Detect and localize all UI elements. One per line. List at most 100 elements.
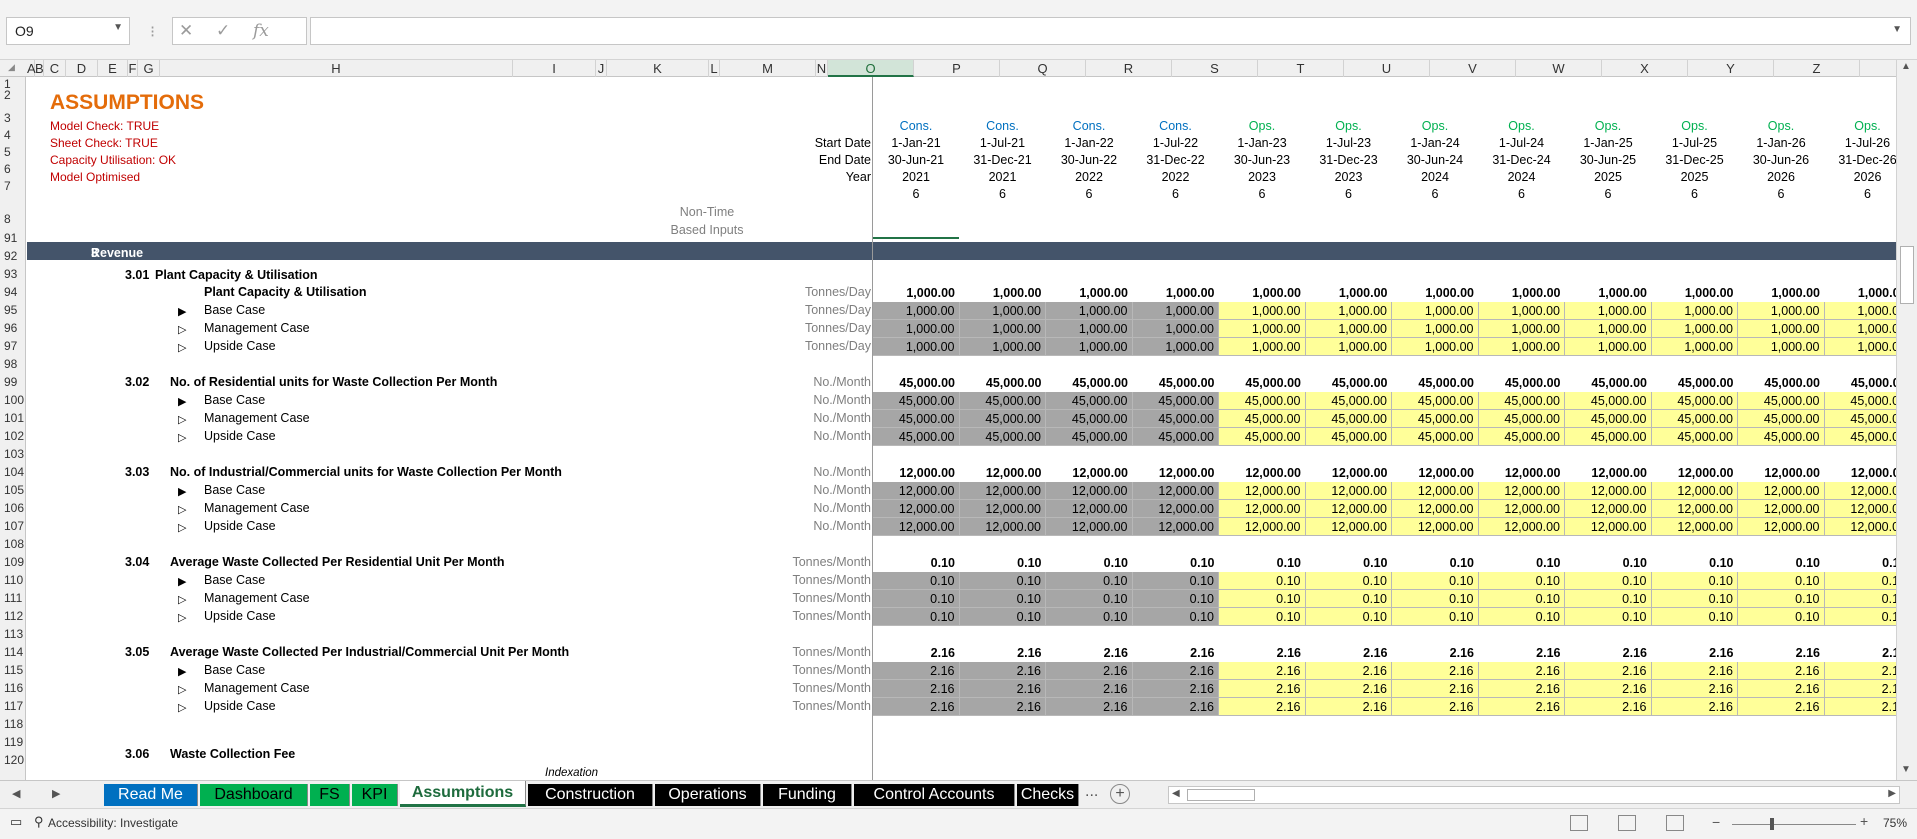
sheet-tab-read-me[interactable]: Read Me xyxy=(104,784,198,806)
input-cell[interactable]: 0.10 xyxy=(1651,608,1738,626)
input-cell[interactable]: 2.16 xyxy=(1565,698,1652,716)
input-cell[interactable]: 0.10 xyxy=(1824,590,1896,608)
row-header-108[interactable]: 108 xyxy=(0,537,25,551)
input-cell[interactable]: 1,000.00 xyxy=(873,320,960,338)
row-header-96[interactable]: 96 xyxy=(0,321,25,335)
input-cell[interactable]: 2.16 xyxy=(1219,662,1306,680)
input-cell[interactable]: 0.10 xyxy=(1565,608,1652,626)
input-cell[interactable]: 45,000.00 xyxy=(1565,428,1652,446)
scroll-up-icon[interactable]: ▲ xyxy=(1901,61,1911,72)
column-header-u[interactable]: U xyxy=(1344,60,1430,77)
input-cell[interactable]: 0.10 xyxy=(1392,590,1479,608)
input-cell[interactable]: 0.10 xyxy=(1132,572,1219,590)
cancel-icon[interactable]: ✕ xyxy=(179,21,193,41)
row-header-106[interactable]: 106 xyxy=(0,501,25,515)
column-header-r[interactable]: R xyxy=(1086,60,1172,77)
input-cell[interactable]: 12,000.00 xyxy=(1565,482,1652,500)
input-cell[interactable]: 12,000.00 xyxy=(1651,482,1738,500)
input-cell[interactable]: 45,000.00 xyxy=(1392,410,1479,428)
scroll-left-icon[interactable]: ◀ xyxy=(1172,788,1180,799)
input-cell[interactable]: 1,000.00 xyxy=(1824,302,1896,320)
column-header-m[interactable]: M xyxy=(720,60,816,77)
name-box[interactable]: O9 ▼ xyxy=(6,17,130,45)
chevron-down-icon[interactable]: ▼ xyxy=(113,22,123,33)
input-cell[interactable]: 0.10 xyxy=(1219,590,1306,608)
input-cell[interactable]: 2.16 xyxy=(1046,662,1133,680)
column-header-w[interactable]: W xyxy=(1516,60,1602,77)
input-cell[interactable]: 45,000.00 xyxy=(1738,410,1825,428)
add-sheet-icon[interactable]: + xyxy=(1110,784,1130,804)
row-header-118[interactable]: 118 xyxy=(0,717,25,731)
column-header-y[interactable]: Y xyxy=(1688,60,1774,77)
row-header-107[interactable]: 107 xyxy=(0,519,25,533)
input-cell[interactable]: 2.16 xyxy=(1046,680,1133,698)
input-cell[interactable]: 0.10 xyxy=(1305,572,1392,590)
column-header-k[interactable]: K xyxy=(607,60,709,77)
column-header-p[interactable]: P xyxy=(914,60,1000,77)
input-cell[interactable]: 45,000.00 xyxy=(1824,428,1896,446)
column-header-b[interactable]: B xyxy=(35,60,44,77)
input-cell[interactable]: 2.16 xyxy=(873,698,960,716)
input-cell[interactable]: 1,000.00 xyxy=(1046,338,1133,356)
selected-cell-o9[interactable] xyxy=(873,237,959,240)
input-cell[interactable]: 1,000.00 xyxy=(1478,302,1565,320)
input-cell[interactable]: 2.16 xyxy=(1132,680,1219,698)
case-icon[interactable]: ▷ xyxy=(178,413,186,426)
row-header-103[interactable]: 103 xyxy=(0,447,25,461)
input-cell[interactable]: 0.10 xyxy=(1392,572,1479,590)
column-header-q[interactable]: Q xyxy=(1000,60,1086,77)
input-cell[interactable]: 2.16 xyxy=(1651,680,1738,698)
input-cell[interactable]: 1,000.00 xyxy=(1651,302,1738,320)
row-header-95[interactable]: 95 xyxy=(0,303,25,317)
input-cell[interactable]: 12,000.00 xyxy=(1392,500,1479,518)
horizontal-scrollbar[interactable]: ◀ ▶ xyxy=(1168,786,1900,804)
selected-case-icon[interactable]: ▶ xyxy=(178,305,186,318)
input-cell[interactable]: 2.16 xyxy=(1478,680,1565,698)
row-header-109[interactable]: 109 xyxy=(0,555,25,569)
input-cell[interactable]: 45,000.00 xyxy=(1219,428,1306,446)
input-cell[interactable]: 45,000.00 xyxy=(1392,428,1479,446)
input-cell[interactable]: 1,000.00 xyxy=(1824,320,1896,338)
input-cell[interactable]: 12,000.00 xyxy=(1305,518,1392,536)
input-cell[interactable]: 12,000.00 xyxy=(1305,482,1392,500)
input-cell[interactable]: 12,000.00 xyxy=(873,482,960,500)
input-cell[interactable]: 2.16 xyxy=(1565,662,1652,680)
input-cell[interactable]: 45,000.00 xyxy=(873,392,960,410)
column-header-j[interactable]: J xyxy=(596,60,607,77)
input-cell[interactable]: 12,000.00 xyxy=(1046,482,1133,500)
input-cell[interactable]: 45,000.00 xyxy=(1478,428,1565,446)
case-icon[interactable]: ▷ xyxy=(178,611,186,624)
input-cell[interactable]: 0.10 xyxy=(1824,572,1896,590)
row-header-92[interactable]: 92 xyxy=(0,249,25,263)
prev-sheet-icon[interactable]: ◀ xyxy=(12,787,20,800)
row-header-4[interactable]: 4 xyxy=(0,128,25,142)
input-cell[interactable]: 0.10 xyxy=(1478,572,1565,590)
input-cell[interactable]: 2.16 xyxy=(1132,662,1219,680)
input-cell[interactable]: 45,000.00 xyxy=(1651,392,1738,410)
input-cell[interactable]: 45,000.00 xyxy=(1651,410,1738,428)
input-cell[interactable]: 12,000.00 xyxy=(1219,500,1306,518)
input-cell[interactable]: 0.10 xyxy=(959,608,1046,626)
case-icon[interactable]: ▷ xyxy=(178,323,186,336)
sheet-tab-fs[interactable]: FS xyxy=(310,784,350,806)
input-cell[interactable]: 0.10 xyxy=(1305,590,1392,608)
sheet-tab-operations[interactable]: Operations xyxy=(655,784,761,806)
input-cell[interactable]: 2.16 xyxy=(1478,662,1565,680)
horizontal-scroll-thumb[interactable] xyxy=(1187,789,1255,801)
input-cell[interactable]: 0.10 xyxy=(1046,608,1133,626)
select-all-icon[interactable]: ◢ xyxy=(8,62,15,73)
input-cell[interactable]: 2.16 xyxy=(1305,698,1392,716)
row-header-115[interactable]: 115 xyxy=(0,663,25,677)
input-cell[interactable]: 12,000.00 xyxy=(1478,500,1565,518)
input-cell[interactable]: 45,000.00 xyxy=(1305,428,1392,446)
input-cell[interactable]: 0.10 xyxy=(1219,608,1306,626)
input-cell[interactable]: 45,000.00 xyxy=(873,410,960,428)
input-cell[interactable]: 12,000.00 xyxy=(1478,482,1565,500)
row-header-99[interactable]: 99 xyxy=(0,375,25,389)
column-header-v[interactable]: V xyxy=(1430,60,1516,77)
input-cell[interactable]: 45,000.00 xyxy=(873,428,960,446)
row-header-110[interactable]: 110 xyxy=(0,573,25,587)
row-header-3[interactable]: 3 xyxy=(0,111,25,125)
input-cell[interactable]: 45,000.00 xyxy=(1738,428,1825,446)
column-header-l[interactable]: L xyxy=(709,60,720,77)
